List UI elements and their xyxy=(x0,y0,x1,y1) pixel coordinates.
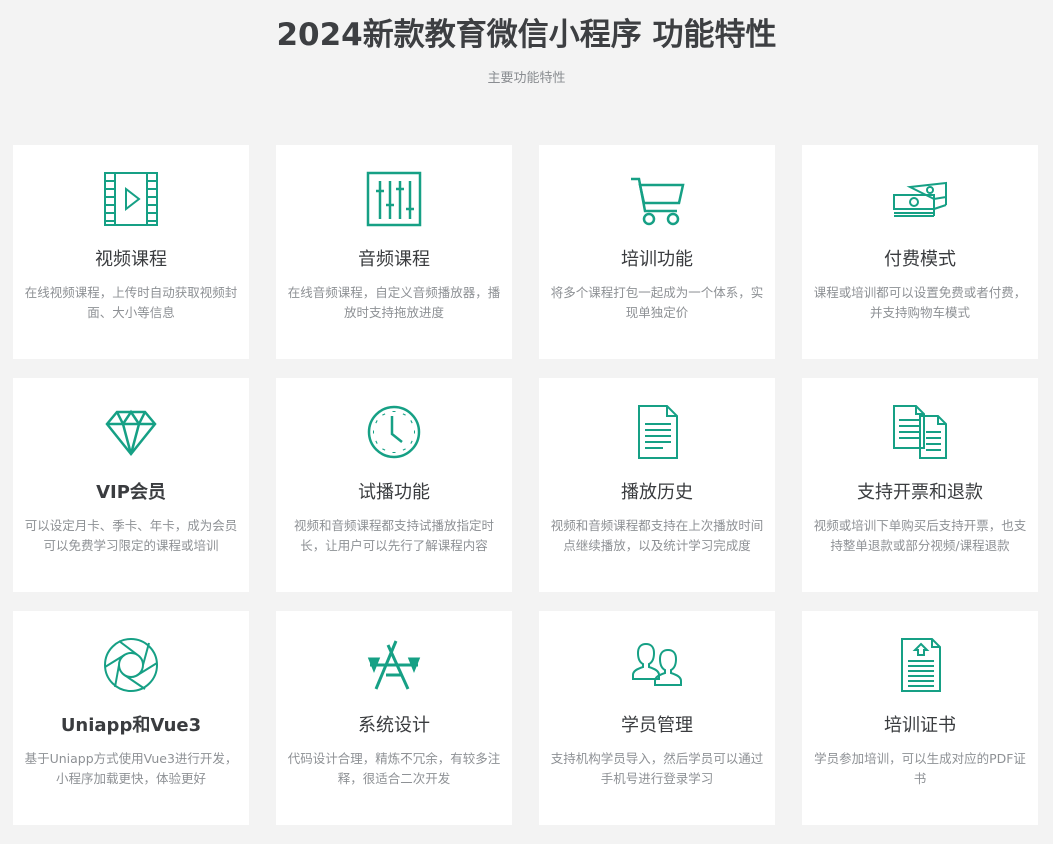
users-icon xyxy=(627,635,687,695)
feature-card-audio-course[interactable]: 音频课程 在线音频课程，自定义音频播放器，播放时支持拖放进度 xyxy=(276,145,512,359)
feature-card-trial[interactable]: 试播功能 视频和音频课程都支持试播放指定时长，让用户可以先行了解课程内容 xyxy=(276,378,512,592)
shopping-cart-icon xyxy=(627,169,687,229)
document-icon xyxy=(627,402,687,462)
feature-card-system-design[interactable]: 系统设计 代码设计合理，精炼不冗余，有较多注释，很适合二次开发 xyxy=(276,611,512,825)
page-title: 2024新款教育微信小程序 功能特性 xyxy=(276,17,777,53)
app-store-icon xyxy=(364,635,424,695)
page: 2024新款教育微信小程序 功能特性 主要功能特性 视频课程 在线视频课程，上传… xyxy=(0,0,1053,844)
feature-title: VIP会员 xyxy=(96,482,166,503)
feature-title: 视频课程 xyxy=(95,249,167,270)
feature-card-vip[interactable]: VIP会员 可以设定月卡、季卡、年卡，成为会员可以免费学习限定的课程或培训 xyxy=(13,378,249,592)
feature-card-invoice-refund[interactable]: 支持开票和退款 视频或培训下单购买后支持开票，也支持整单退款或部分视频/课程退款 xyxy=(802,378,1038,592)
feature-title: 支持开票和退款 xyxy=(857,482,983,503)
feature-title: 付费模式 xyxy=(884,249,956,270)
feature-card-payment[interactable]: 付费模式 课程或培训都可以设置免费或者付费，并支持购物车模式 xyxy=(802,145,1038,359)
feature-title: 学员管理 xyxy=(621,715,693,736)
feature-description: 课程或培训都可以设置免费或者付费，并支持购物车模式 xyxy=(813,285,1027,320)
feature-card-certificate[interactable]: 培训证书 学员参加培训，可以生成对应的PDF证书 xyxy=(802,611,1038,825)
audio-mixer-icon xyxy=(364,169,424,229)
feature-description: 代码设计合理，精炼不冗余，有较多注释，很适合二次开发 xyxy=(287,751,501,786)
feature-title: 试播功能 xyxy=(358,482,430,503)
feature-description: 支持机构学员导入，然后学员可以通过手机号进行登录学习 xyxy=(550,751,764,786)
feature-card-video-course[interactable]: 视频课程 在线视频课程，上传时自动获取视频封面、大小等信息 xyxy=(13,145,249,359)
feature-description: 学员参加培训，可以生成对应的PDF证书 xyxy=(814,751,1026,786)
feature-description: 将多个课程打包一起成为一个体系，实现单独定价 xyxy=(550,285,764,320)
aperture-icon xyxy=(101,635,161,695)
feature-description: 在线视频课程，上传时自动获取视频封面、大小等信息 xyxy=(24,285,238,320)
feature-description: 基于Uniapp方式使用Vue3进行开发，小程序加载更快，体验更好 xyxy=(24,751,238,786)
feature-description: 在线音频课程，自定义音频播放器，播放时支持拖放进度 xyxy=(287,285,501,320)
feature-title: 培训证书 xyxy=(884,715,956,736)
documents-icon xyxy=(890,402,950,462)
page-subtitle: 主要功能特性 xyxy=(487,71,566,86)
diamond-icon xyxy=(101,402,161,462)
feature-description: 视频和音频课程都支持试播放指定时长，让用户可以先行了解课程内容 xyxy=(293,518,494,553)
money-stack-icon xyxy=(890,169,950,229)
feature-card-history[interactable]: 播放历史 视频和音频课程都支持在上次播放时间点继续播放，以及统计学习完成度 xyxy=(539,378,775,592)
feature-description: 视频或培训下单购买后支持开票，也支持整单退款或部分视频/课程退款 xyxy=(813,518,1027,553)
feature-title: 音频课程 xyxy=(358,249,430,270)
clock-icon xyxy=(364,402,424,462)
feature-card-uniapp-vue3[interactable]: Uniapp和Vue3 基于Uniapp方式使用Vue3进行开发，小程序加载更快… xyxy=(13,611,249,825)
feature-grid: 视频课程 在线视频课程，上传时自动获取视频封面、大小等信息 音频课程 在线音频课… xyxy=(13,145,1038,825)
feature-title: 系统设计 xyxy=(358,715,430,736)
certificate-icon xyxy=(890,635,950,695)
feature-title: 培训功能 xyxy=(621,249,693,270)
feature-description: 可以设定月卡、季卡、年卡，成为会员可以免费学习限定的课程或培训 xyxy=(24,518,238,553)
video-film-icon xyxy=(101,169,161,229)
feature-title: 播放历史 xyxy=(621,482,693,503)
feature-card-training[interactable]: 培训功能 将多个课程打包一起成为一个体系，实现单独定价 xyxy=(539,145,775,359)
feature-description: 视频和音频课程都支持在上次播放时间点继续播放，以及统计学习完成度 xyxy=(550,518,764,553)
feature-title: Uniapp和Vue3 xyxy=(60,715,202,736)
feature-card-student-management[interactable]: 学员管理 支持机构学员导入，然后学员可以通过手机号进行登录学习 xyxy=(539,611,775,825)
